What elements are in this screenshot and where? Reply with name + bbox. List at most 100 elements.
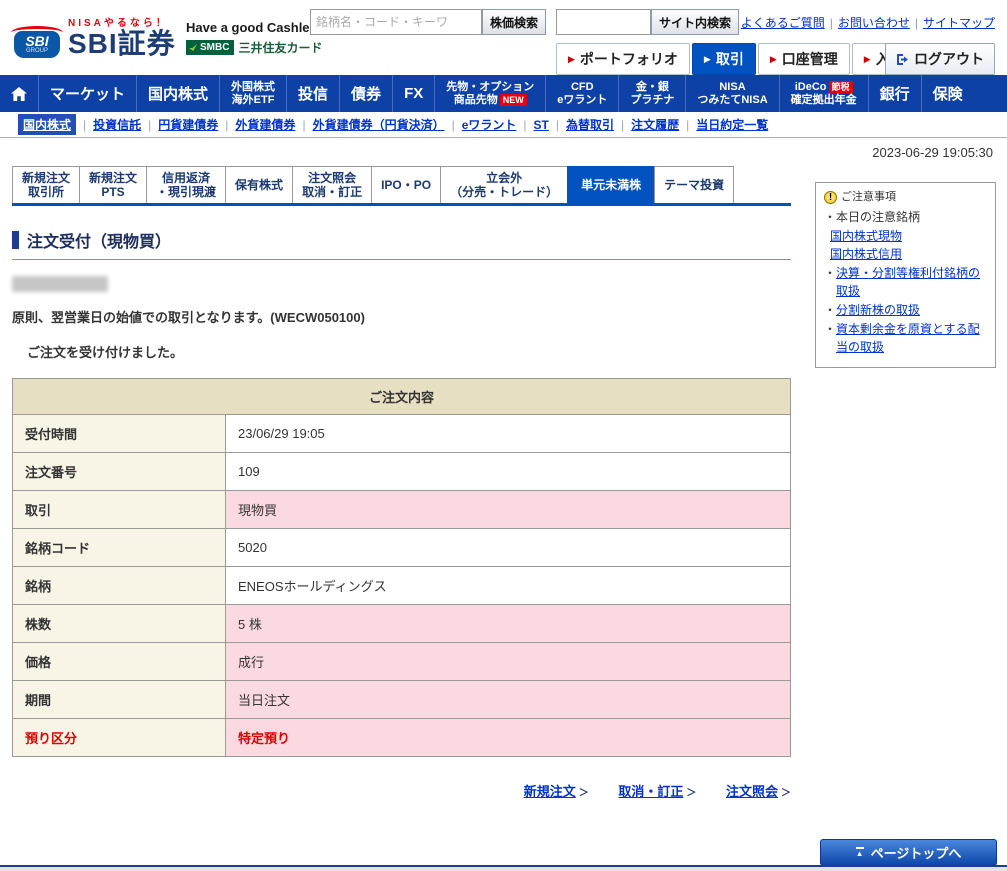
subnav-st[interactable]: ST: [534, 118, 549, 132]
notice-link-domestic-cash[interactable]: 国内株式現物: [830, 229, 902, 243]
chevron-right-icon: ＞: [781, 788, 791, 799]
logout-icon: [897, 53, 908, 65]
footer-gray-strip: [0, 867, 1007, 871]
site-search-button[interactable]: サイト内検索: [651, 9, 740, 35]
subnav-foreign-bonds[interactable]: 外貨建債券: [235, 116, 295, 133]
table-row: 受付時間 23/06/29 19:05: [12, 414, 791, 453]
notice-message: 原則、翌営業日の始値での取引となります。(WECW050100): [12, 310, 365, 325]
subnav-forex[interactable]: 為替取引: [566, 116, 614, 133]
contact-link[interactable]: お問い合わせ: [838, 16, 910, 30]
faq-link[interactable]: よくあるご質問: [741, 16, 825, 30]
smbc-slogan: Have a good Cashless.: [186, 20, 328, 35]
table-row: 銘柄コード 5020: [12, 528, 791, 567]
stock-search-button[interactable]: 株価検索: [482, 9, 547, 35]
nav-gold-silver[interactable]: 金・銀 プラチナ: [618, 75, 685, 112]
smbc-name: 三井住友カード: [238, 41, 323, 55]
arrow-icon: ▶: [863, 53, 871, 64]
notice-bullet: ・本日の注意銘柄: [824, 210, 921, 225]
chevron-right-icon: ＞: [578, 788, 589, 799]
nav-cfd[interactable]: CFD eワラント: [545, 75, 618, 112]
stock-search-input[interactable]: [310, 9, 482, 35]
triangle-up-icon: ▲: [855, 847, 864, 858]
order-tab-bar: 新規注文 取引所 新規注文 PTS 信用返済 ・現引現渡 保有株式 注文照会 取消・訂正…: [12, 166, 791, 206]
main-content: 注文受付（現物買） 原則、翌営業日の始値での取引となります。(WECW05010…: [12, 228, 791, 800]
subnav-order-history[interactable]: 注文履歴: [631, 116, 679, 133]
nav-bank[interactable]: 銀行: [867, 75, 921, 112]
order-detail-table: ご注文内容 受付時間 23/06/29 19:05 注文番号 109 取引 現物…: [12, 378, 791, 757]
global-nav: マーケット 国内株式 外国株式 海外ETF 投信 債券 FX 先物・オプション …: [0, 75, 1007, 112]
subnav-domestic-stock[interactable]: 国内株式: [18, 114, 77, 135]
subnav-foreign-bonds-yen[interactable]: 外貨建債券（円貨決済）: [313, 116, 445, 133]
nav-ideco[interactable]: iDeCo 節税 確定拠出年金: [778, 75, 868, 112]
subnav-ewarrant[interactable]: eワラント: [462, 116, 517, 133]
order-inquiry-link[interactable]: 注文照会: [726, 784, 778, 799]
nav-domestic-stock[interactable]: 国内株式: [136, 75, 219, 112]
tab-off-auction[interactable]: 立会外 （分売・トレード）: [440, 166, 569, 203]
server-timestamp: 2023-06-29 19:05:30: [872, 145, 993, 160]
account-name-redacted: [12, 276, 108, 292]
trade-button[interactable]: ▶ 取引: [691, 43, 756, 75]
order-accepted-message: ご注文を受け付けました。: [27, 345, 184, 360]
subnav-investment-trust[interactable]: 投資信託: [93, 116, 141, 133]
tax-badge: 節税: [828, 80, 853, 93]
tab-margin-repayment[interactable]: 信用返済 ・現引現渡: [146, 166, 227, 203]
notice-box: ! ご注意事項 ・本日の注意銘柄 国内株式現物 国内株式信用 ・決算・分割等権利…: [815, 182, 996, 368]
help-links: よくあるご質問 | お問い合わせ | サイトマップ: [740, 16, 995, 30]
tab-order-inquiry[interactable]: 注文照会 取消・訂正: [292, 166, 373, 203]
new-order-link[interactable]: 新規注文: [524, 784, 576, 799]
tab-theme-investment[interactable]: テーマ投資: [654, 166, 735, 203]
arrow-icon: ▶: [568, 53, 575, 64]
nav-fx[interactable]: FX: [392, 75, 434, 112]
action-links: 新規注文＞ 取消・訂正＞ 注文照会＞: [12, 781, 791, 800]
portfolio-button[interactable]: ▶ ポートフォリオ: [556, 43, 690, 75]
notice-title: ご注意事項: [841, 191, 896, 203]
nav-funds[interactable]: 投信: [286, 75, 339, 112]
nav-futures-options[interactable]: 先物・オプション 商品先物 NEW: [434, 75, 545, 112]
nav-foreign-stock[interactable]: 外国株式 海外ETF: [219, 75, 286, 112]
table-row: 注文番号 109: [12, 452, 791, 491]
table-row: 預り区分 特定預り: [12, 718, 791, 757]
nav-bonds[interactable]: 債券: [339, 75, 392, 112]
emblem-sub: GROUP: [25, 48, 48, 54]
warning-icon: !: [824, 191, 837, 205]
new-badge: NEW: [499, 93, 527, 106]
site-search-input[interactable]: [556, 9, 652, 35]
nav-insurance[interactable]: 保険: [920, 75, 974, 112]
notice-link-split-shares[interactable]: 分割新株の取扱: [836, 303, 920, 317]
sub-nav: 国内株式 | 投資信託 | 円貨建債券 | 外貨建債券 | 外貨建債券（円貨決済） | e…: [0, 112, 1007, 138]
table-header-row: ご注文内容: [12, 378, 791, 415]
site-header: SBI GROUP NISAやるなら！ SBI証券 Have a good Ca…: [0, 0, 1007, 75]
subnav-today-executions[interactable]: 当日約定一覧: [696, 116, 768, 133]
tab-new-order-exchange[interactable]: 新規注文 取引所: [12, 166, 81, 203]
sitemap-link[interactable]: サイトマップ: [923, 16, 995, 30]
table-row: 価格 成行: [12, 642, 791, 681]
nav-market[interactable]: マーケット: [38, 75, 136, 112]
cancel-amend-link[interactable]: 取消・訂正: [618, 784, 683, 799]
table-row: 株数 5 株: [12, 604, 791, 643]
tab-fractional-shares[interactable]: 単元未満株: [567, 166, 656, 203]
sbi-logo[interactable]: SBI GROUP NISAやるなら！ SBI証券: [11, 14, 176, 58]
tab-held-stocks[interactable]: 保有株式: [225, 166, 294, 203]
tab-ipo-po[interactable]: IPO・PO: [371, 166, 442, 203]
logout-button[interactable]: ログアウト: [885, 43, 995, 75]
subnav-yen-bonds[interactable]: 円貨建債券: [158, 116, 218, 133]
smbc-ad[interactable]: Have a good Cashless. SMBC 三井住友カード: [186, 20, 328, 56]
emblem-text: SBI: [25, 33, 49, 49]
arrow-icon: ▶: [769, 53, 777, 64]
nav-home[interactable]: [0, 75, 38, 112]
home-icon: [11, 86, 27, 101]
page-top-button[interactable]: ▲ ページトップへ: [820, 839, 997, 866]
table-row: 期間 当日注文: [12, 680, 791, 719]
page-title: 注文受付（現物買）: [27, 234, 172, 251]
nav-nisa[interactable]: NISA つみたてNISA: [685, 75, 778, 112]
notice-link-rights-stocks[interactable]: 決算・分割等権利付銘柄の取扱: [836, 266, 980, 299]
account-management-button[interactable]: ▶ 口座管理: [757, 43, 850, 75]
notice-link-domestic-margin[interactable]: 国内株式信用: [830, 247, 902, 261]
tab-new-order-pts[interactable]: 新規注文 PTS: [79, 166, 148, 203]
chevron-right-icon: ＞: [686, 788, 697, 799]
notice-link-capital-surplus-dividend[interactable]: 資本剰余金を原資とする配当の取扱: [836, 322, 980, 355]
table-header: ご注文内容: [12, 378, 791, 415]
table-row: 銘柄 ENEOSホールディングス: [12, 566, 791, 605]
arrow-icon: ▶: [703, 53, 711, 64]
header-search-area: 株価検索 サイト内検索: [310, 9, 740, 35]
